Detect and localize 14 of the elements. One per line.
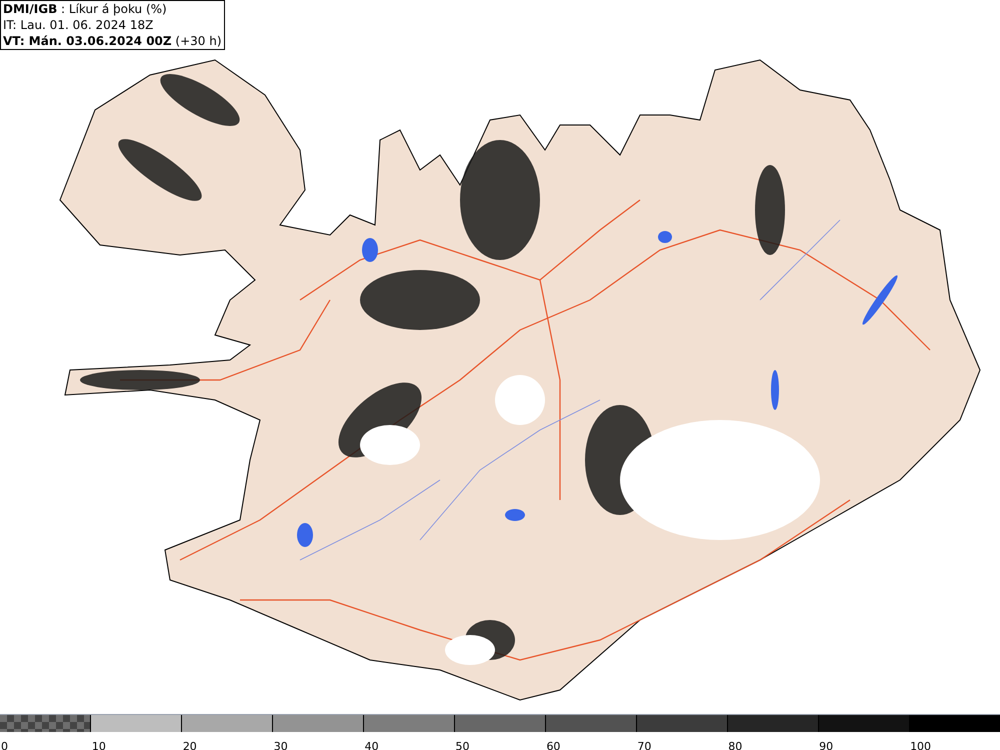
scale-label: 30 [274, 740, 288, 750]
scale-label: 90 [819, 740, 834, 750]
header-text: IT: Lau. 01. 06. 2024 18Z [3, 17, 154, 33]
scale-label: 100 [910, 740, 932, 750]
header-text: VT: Mán. 03.06.2024 00Z (+30 h) [3, 33, 222, 49]
scale-label: 70 [637, 740, 652, 750]
scale-label: 10 [92, 740, 106, 750]
scale-label: 60 [546, 740, 560, 750]
scale-label: 0 [1, 740, 8, 750]
scale-label: 80 [728, 740, 742, 750]
scale-label: 40 [364, 740, 379, 750]
scale-label: 20 [182, 740, 197, 750]
header-text: DMI/IGB : Líkur á þoku (%) [3, 1, 168, 17]
scale-label: 50 [456, 740, 470, 750]
